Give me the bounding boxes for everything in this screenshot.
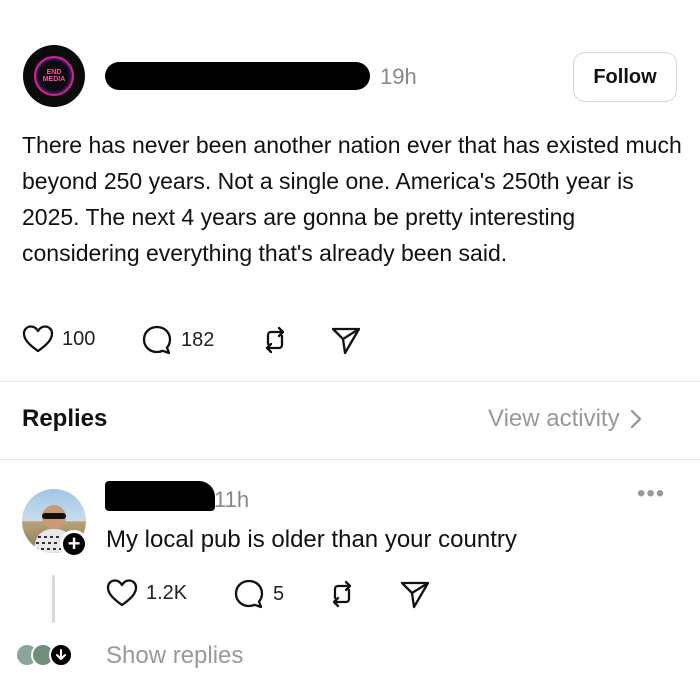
post-text: There has never been another nation ever… — [22, 132, 682, 266]
reply-repost-button[interactable] — [326, 578, 358, 610]
reply-comment-button[interactable]: 5 — [233, 578, 284, 610]
post-repost-button[interactable] — [259, 324, 291, 356]
reply-comment-count: 5 — [273, 582, 285, 605]
view-activity-link[interactable]: View activity — [488, 405, 642, 433]
reply-like-button[interactable]: 1.2K — [106, 578, 187, 608]
post-comment-button[interactable]: 182 — [141, 324, 214, 356]
redacted-reply-username — [105, 481, 215, 511]
send-icon — [400, 581, 430, 609]
reply-text: My local pub is older than your country — [106, 526, 517, 553]
view-activity-label: View activity — [488, 405, 620, 432]
show-replies-link[interactable]: Show replies — [106, 642, 243, 670]
thread-line — [52, 575, 55, 623]
end-media-logo: END MEDIA — [34, 56, 74, 96]
replies-heading: Replies — [22, 405, 108, 432]
reply-timestamp: 11h — [214, 487, 250, 512]
heart-icon — [106, 579, 138, 607]
post-timestamp: 19h — [380, 64, 417, 89]
send-icon — [331, 327, 361, 355]
post-share-button[interactable] — [330, 324, 362, 356]
chevron-right-icon — [630, 409, 641, 429]
reply-like-count: 1.2K — [146, 581, 188, 604]
follow-plus-icon[interactable]: + — [60, 530, 88, 558]
repost-icon — [332, 580, 352, 608]
reply-share-button[interactable] — [399, 578, 431, 610]
divider — [0, 459, 700, 460]
post-like-count: 100 — [62, 327, 96, 350]
more-dots-icon[interactable]: ••• — [637, 480, 665, 508]
replier-avatars[interactable] — [15, 643, 73, 667]
heart-icon — [22, 325, 54, 353]
redacted-username — [105, 62, 370, 90]
comment-bubble-icon — [234, 579, 264, 609]
post-author-avatar[interactable]: END MEDIA — [23, 45, 85, 107]
post-comment-count: 182 — [181, 328, 215, 351]
post-like-button[interactable]: 100 — [22, 324, 95, 354]
follow-button[interactable]: Follow — [573, 52, 677, 102]
avatar-logo-text: END MEDIA — [42, 69, 66, 83]
repost-icon — [265, 326, 285, 354]
comment-bubble-icon — [142, 325, 172, 355]
divider — [0, 381, 700, 382]
arrow-down-icon — [49, 643, 73, 667]
